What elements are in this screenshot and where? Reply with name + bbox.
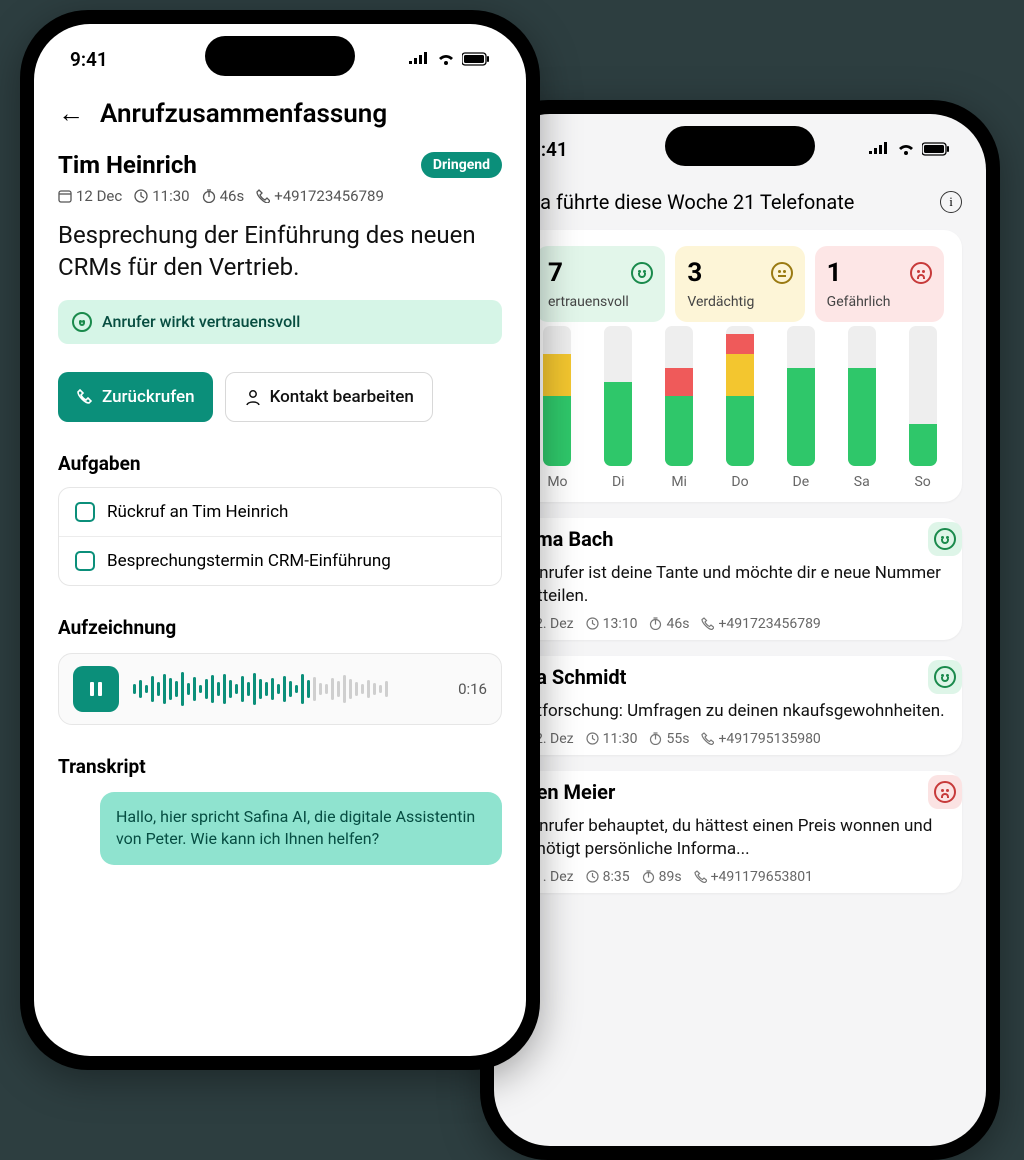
mood-badge	[928, 775, 962, 809]
week-headline: fina führte diese Woche 21 Telefonate i	[518, 178, 962, 230]
recording-time: 0:16	[458, 680, 487, 698]
call-meta: 1. Dez 8:35 89s +491179653801	[518, 869, 962, 885]
weekly-chart: MoDiMiDoDeSaSo	[536, 340, 944, 490]
neutral-icon	[771, 262, 793, 284]
task-list: Rückruf an Tim Heinrich Besprechungsterm…	[58, 487, 502, 586]
call-meta: 2. Dez 13:10 46s +491723456789	[518, 616, 962, 632]
call-desc: irktforschung: Umfragen zu deinen nkaufs…	[518, 700, 962, 723]
sad-icon	[910, 262, 932, 284]
task-item[interactable]: Rückruf an Tim Heinrich	[59, 488, 501, 536]
stats-card: 7 ertrauensvoll 3 Verdächtig 1 Gefährlic…	[518, 230, 962, 502]
pause-button[interactable]	[73, 666, 119, 712]
smile-icon	[72, 312, 92, 332]
call-item[interactable]: rgen Meier r Anrufer behauptet, du hätte…	[518, 771, 962, 893]
phone-icon	[256, 189, 270, 203]
notch	[205, 36, 355, 76]
recording-player: 0:16	[58, 653, 502, 725]
phone-back: 9:41 fina führte diese Woche 21 Telefona…	[480, 100, 1000, 1160]
urgent-badge: Dringend	[421, 152, 502, 178]
sad-icon	[934, 781, 956, 803]
transcript-bubble: Hallo, hier spricht Safina AI, die digit…	[100, 792, 502, 865]
mood-badge	[928, 660, 962, 694]
edit-contact-button[interactable]: Kontakt bearbeiten	[225, 372, 433, 422]
pause-icon	[88, 681, 104, 697]
call-item[interactable]: ura Schmidt irktforschung: Umfragen zu d…	[518, 656, 962, 755]
wifi-icon	[896, 142, 916, 156]
call-meta: 2. Dez 11:30 55s +491795135980	[518, 731, 962, 747]
caller-name: Tim Heinrich	[58, 151, 197, 179]
smile-icon	[934, 666, 956, 688]
status-time: 9:41	[70, 48, 108, 71]
phone-icon	[76, 388, 94, 406]
timer-icon	[202, 189, 216, 203]
battery-icon	[922, 142, 950, 156]
mood-badge	[928, 522, 962, 556]
stat-dangerous[interactable]: 1 Gefährlich	[815, 246, 944, 322]
phone-front: 9:41 ← Anrufzusammenfassung Tim Heinrich…	[20, 10, 540, 1070]
recording-heading: Aufzeichnung	[58, 616, 502, 639]
call-desc: r Anrufer ist deine Tante und möchte dir…	[518, 562, 962, 608]
cellular-icon	[868, 142, 890, 156]
page-title: Anrufzusammenfassung	[100, 99, 387, 129]
checkbox[interactable]	[75, 551, 95, 571]
battery-icon	[462, 52, 490, 66]
smile-icon	[934, 528, 956, 550]
waveform[interactable]	[133, 669, 444, 709]
call-subject: Besprechung der Einführung des neuen CRM…	[58, 219, 502, 284]
cellular-icon	[408, 52, 430, 66]
calendar-icon	[58, 189, 72, 203]
callback-button[interactable]: Zurückrufen	[58, 372, 213, 422]
transcript-heading: Transkript	[58, 755, 502, 778]
smile-icon	[631, 262, 653, 284]
notch	[665, 126, 815, 166]
back-button[interactable]: ←	[58, 98, 84, 129]
checkbox[interactable]	[75, 502, 95, 522]
call-meta: 12 Dec 11:30 46s +491723456789	[58, 187, 502, 205]
person-icon	[244, 388, 262, 406]
task-item[interactable]: Besprechungstermin CRM-Einführung	[59, 536, 501, 585]
clock-icon	[134, 189, 148, 203]
call-item[interactable]: mma Bach r Anrufer ist deine Tante und m…	[518, 518, 962, 640]
stat-suspicious[interactable]: 3 Verdächtig	[675, 246, 804, 322]
trust-banner: Anrufer wirkt vertrauensvoll	[58, 300, 502, 344]
stat-trusted[interactable]: 7 ertrauensvoll	[536, 246, 665, 322]
call-desc: r Anrufer behauptet, du hättest einen Pr…	[518, 815, 962, 861]
info-icon[interactable]: i	[940, 191, 962, 213]
wifi-icon	[436, 52, 456, 66]
tasks-heading: Aufgaben	[58, 452, 502, 475]
